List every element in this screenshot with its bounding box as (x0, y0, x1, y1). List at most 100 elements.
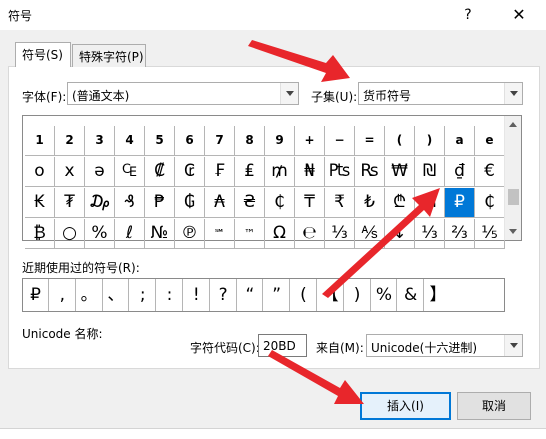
symbol-cell[interactable]: 5 (145, 126, 175, 156)
symbol-cell[interactable]: ₺ (355, 188, 385, 218)
symbol-cell[interactable]: ₽ (445, 188, 475, 218)
symbol-cell[interactable]: ↓ (385, 219, 415, 249)
chevron-down-icon[interactable] (280, 83, 298, 104)
char-code-input[interactable]: 20BD (258, 334, 307, 357)
symbol-cell[interactable]: ₸ (295, 188, 325, 218)
recent-symbol-cell[interactable]: ! (184, 279, 210, 311)
symbol-cell[interactable]: ₩ (385, 157, 415, 187)
tab-symbols[interactable]: 符号(S) (15, 42, 71, 67)
grid-scrollbar[interactable] (504, 116, 521, 240)
symbol-cell[interactable]: ₳ (205, 188, 235, 218)
symbol-cell[interactable]: − (325, 126, 355, 156)
recent-symbol-cell[interactable]: 【 (318, 279, 344, 311)
symbol-cell[interactable]: ₣ (205, 157, 235, 187)
symbol-cell[interactable]: ₪ (415, 157, 445, 187)
font-select[interactable]: (普通文本) (67, 82, 299, 105)
symbol-cell[interactable]: ⅔ (445, 219, 475, 249)
symbol-cell[interactable]: № (145, 219, 175, 249)
symbol-cell[interactable]: 8 (235, 126, 265, 156)
recent-symbol-cell[interactable]: 、 (103, 279, 130, 311)
symbol-cell[interactable]: ₠ (115, 157, 145, 187)
symbol-cell[interactable]: ⅓ (325, 219, 355, 249)
recent-symbol-cell[interactable]: ) (345, 279, 371, 311)
recent-symbol-cell[interactable]: ( (291, 279, 317, 311)
symbol-cell[interactable]: ₯ (85, 188, 115, 218)
symbol-cell[interactable]: ₮ (55, 188, 85, 218)
symbol-cell[interactable]: ₧ (325, 157, 355, 187)
symbol-cell[interactable]: ₼ (415, 188, 445, 218)
symbol-cell[interactable]: 2 (55, 126, 85, 156)
symbol-cell[interactable]: 4 (115, 126, 145, 156)
symbol-cell[interactable]: 9 (265, 126, 295, 156)
symbol-cell[interactable]: 6 (175, 126, 205, 156)
symbol-cell[interactable]: ₢ (175, 157, 205, 187)
symbol-cell[interactable]: ₭ (25, 188, 55, 218)
recent-symbol-cell[interactable]: % (371, 279, 398, 311)
recent-symbol-cell[interactable]: 】 (425, 279, 451, 311)
symbol-cell[interactable]: ₴ (235, 188, 265, 218)
cancel-button[interactable]: 取消 (457, 392, 531, 420)
symbol-cell[interactable]: 7 (205, 126, 235, 156)
symbol-cell[interactable]: x (55, 157, 85, 187)
symbol-cell[interactable]: ₵ (265, 188, 295, 218)
font-label: 字体(F): (22, 90, 67, 104)
symbol-cell[interactable]: ₱ (145, 188, 175, 218)
symbol-cell[interactable]: ₤ (235, 157, 265, 187)
symbol-cell[interactable]: Ω (265, 219, 295, 249)
symbol-cell[interactable]: ) (415, 126, 445, 156)
recent-symbol-cell[interactable]: & (398, 279, 425, 311)
recent-symbol-cell[interactable]: 。 (77, 279, 103, 311)
symbol-cell[interactable]: = (355, 126, 385, 156)
symbol-cell[interactable]: ₿ (25, 219, 55, 249)
subset-select[interactable]: 货币符号 (358, 82, 523, 105)
recent-symbol-cell[interactable]: ” (264, 279, 291, 311)
symbol-cell[interactable]: ○ (55, 219, 85, 249)
symbol-cell[interactable]: 3 (85, 126, 115, 156)
symbol-cell[interactable]: ₡ (145, 157, 175, 187)
recent-symbol-cell[interactable]: “ (237, 279, 264, 311)
symbol-cell[interactable]: ℠ (205, 219, 235, 249)
symbol-cell[interactable]: % (85, 219, 115, 249)
symbol-cell[interactable]: 1 (25, 126, 55, 156)
symbol-cell[interactable]: ⅍ (355, 219, 385, 249)
symbol-cell[interactable]: ℮ (295, 219, 325, 249)
from-select[interactable]: Unicode(十六进制) (366, 334, 523, 357)
symbol-cell[interactable]: ə (85, 157, 115, 187)
scroll-down-icon[interactable] (505, 223, 522, 240)
recent-symbol-cell[interactable]: ₽ (23, 279, 49, 311)
recent-symbol-cell[interactable]: ? (211, 279, 237, 311)
close-button[interactable]: ✕ (502, 2, 536, 28)
symbol-cell[interactable]: ₵ (475, 188, 505, 218)
chevron-down-icon[interactable] (504, 335, 522, 356)
help-button[interactable]: ? (454, 4, 482, 26)
symbol-cell[interactable]: e (475, 126, 505, 156)
chevron-down-icon[interactable] (504, 83, 522, 104)
insert-button[interactable]: 插入(I) (360, 392, 451, 420)
symbol-cell[interactable]: € (475, 157, 505, 187)
symbol-cell[interactable]: ℓ (115, 219, 145, 249)
symbol-cell[interactable]: ₲ (175, 188, 205, 218)
symbol-cell[interactable]: ⅓ (415, 219, 445, 249)
symbol-cell[interactable]: a (445, 126, 475, 156)
recent-symbol-cell[interactable]: : (157, 279, 183, 311)
symbol-cell[interactable]: ⅕ (475, 219, 505, 249)
symbol-cell[interactable]: + (295, 126, 325, 156)
symbol-cell[interactable]: o (25, 157, 55, 187)
symbol-cell[interactable]: ₦ (295, 157, 325, 187)
recent-symbol-cell[interactable]: , (50, 279, 76, 311)
symbol-cell[interactable]: ₫ (445, 157, 475, 187)
symbol-cell[interactable]: ℗ (175, 219, 205, 249)
symbol-cell[interactable]: ( (385, 126, 415, 156)
symbol-cell[interactable]: ₹ (325, 188, 355, 218)
scroll-thumb[interactable] (508, 189, 519, 205)
symbol-cell[interactable]: ₨ (355, 157, 385, 187)
symbol-cell[interactable]: ₥ (265, 157, 295, 187)
symbol-cell[interactable]: ™ (235, 219, 265, 249)
from-label: 来自(M): (316, 341, 364, 355)
symbol-cell[interactable]: ₰ (115, 188, 145, 218)
tab-special-characters[interactable]: 特殊字符(P) (72, 44, 146, 67)
symbol-cell[interactable]: ₾ (385, 188, 415, 218)
background-sheet-strip (0, 428, 546, 439)
recent-symbol-cell[interactable]: ; (130, 279, 157, 311)
scroll-up-icon[interactable] (505, 116, 522, 133)
